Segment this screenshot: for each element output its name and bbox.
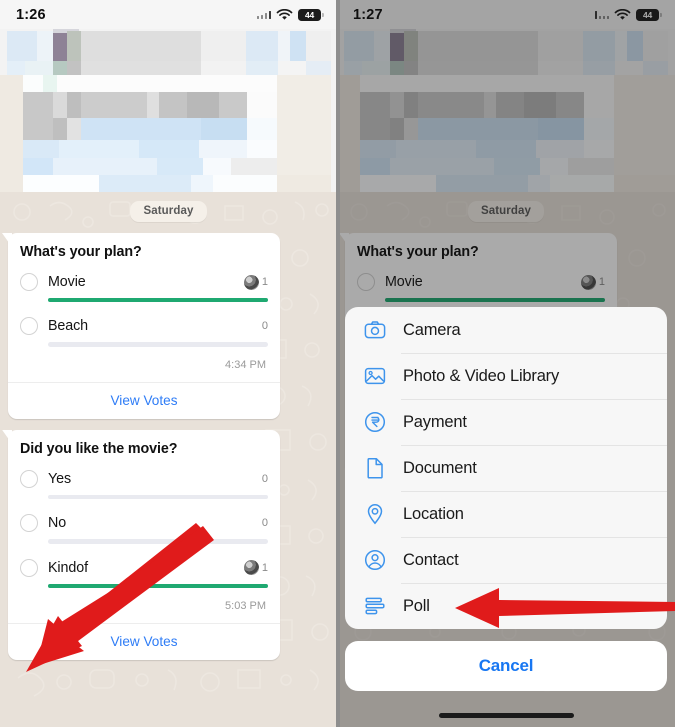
battery-percent: 44 xyxy=(304,9,315,20)
action-sheet-item-document[interactable]: Document xyxy=(345,445,667,491)
poll-option[interactable]: Yes 0 xyxy=(20,466,268,500)
panel-divider xyxy=(336,0,340,727)
poll-option-bar xyxy=(48,298,268,303)
action-sheet-label: Location xyxy=(403,504,464,523)
action-sheet-label: Poll xyxy=(403,596,430,615)
status-bar: 1:26 44 xyxy=(0,0,337,29)
camera-icon xyxy=(362,317,388,343)
action-sheet-label: Contact xyxy=(403,550,459,569)
message-timestamp: 4:34 PM xyxy=(225,358,266,371)
poll-option-count: 1 xyxy=(261,276,268,288)
document-icon xyxy=(362,455,388,481)
poll-bars-icon xyxy=(362,593,388,619)
comparison-screenshots: 1:26 44 Saturday What's your plan? Movie… xyxy=(0,0,675,727)
home-indicator[interactable] xyxy=(438,713,574,718)
location-pin-icon xyxy=(362,501,388,527)
poll-option-count: 1 xyxy=(261,561,268,574)
poll-option[interactable]: No 0 xyxy=(20,510,268,544)
poll-option[interactable]: Kindof 1 xyxy=(20,555,268,588)
poll-option-count: 0 xyxy=(261,320,268,333)
wifi-icon xyxy=(276,8,293,20)
voter-avatar xyxy=(243,560,259,576)
poll-option-label: Beach xyxy=(48,318,89,335)
poll-option-radio[interactable] xyxy=(20,514,38,533)
action-sheet-item-location[interactable]: Location xyxy=(345,491,667,537)
poll-card[interactable]: What's your plan? Movie 1 Beach 0 4:34 P… xyxy=(8,233,280,419)
poll-option-count: 0 xyxy=(261,472,268,485)
left-phone-screen: 1:26 44 Saturday What's your plan? Movie… xyxy=(0,0,337,727)
chat-messages-area: Saturday What's your plan? Movie 1 xyxy=(0,192,337,727)
poll-option-radio[interactable] xyxy=(20,273,38,291)
poll-card[interactable]: Did you like the movie? Yes 0 No 0 Kindo… xyxy=(8,429,280,660)
cancel-button[interactable]: Cancel xyxy=(345,641,667,691)
rupee-payment-icon xyxy=(362,409,388,435)
poll-question: Did you like the movie? xyxy=(20,440,178,457)
photo-library-icon xyxy=(362,363,388,389)
attachment-action-sheet: Camera Photo & Video Library Payment Doc… xyxy=(345,307,667,629)
poll-option-label: Kindof xyxy=(48,559,88,576)
action-sheet-item-contact[interactable]: Contact xyxy=(345,537,667,583)
action-sheet-item-payment[interactable]: Payment xyxy=(345,399,667,445)
home-indicator-area xyxy=(337,697,675,727)
cancel-label: Cancel xyxy=(478,656,534,675)
action-sheet-label: Photo & Video Library xyxy=(403,366,560,385)
action-sheet-item-photo-video-library[interactable]: Photo & Video Library xyxy=(345,353,667,399)
redacted-chat-header xyxy=(0,29,337,192)
status-indicators: 44 xyxy=(256,8,324,21)
poll-option[interactable]: Movie 1 xyxy=(20,269,268,303)
poll-body: Did you like the movie? Yes 0 No 0 Kindo… xyxy=(8,430,280,623)
cellular-signal-icon xyxy=(256,10,271,19)
status-time: 1:26 xyxy=(16,6,46,23)
poll-option-bar xyxy=(48,494,268,500)
poll-option-label: Movie xyxy=(48,274,86,290)
contact-person-icon xyxy=(362,547,388,573)
message-timestamp: 5:03 PM xyxy=(225,599,266,612)
poll-body: What's your plan? Movie 1 xyxy=(8,233,280,382)
action-sheet-label: Document xyxy=(403,458,477,477)
poll-option-bar xyxy=(48,342,268,347)
action-sheet-item-poll[interactable]: Poll xyxy=(345,583,667,629)
view-votes-button[interactable]: View Votes xyxy=(8,624,280,660)
voter-avatar xyxy=(243,274,259,290)
day-divider-pill: Saturday xyxy=(130,201,207,222)
poll-option-radio[interactable] xyxy=(20,558,38,577)
poll-option-count: 0 xyxy=(261,517,268,530)
poll-question: What's your plan? xyxy=(20,244,142,260)
action-sheet-label: Camera xyxy=(403,320,461,339)
poll-option-label: Yes xyxy=(48,470,72,487)
poll-option-radio[interactable] xyxy=(20,469,38,488)
view-votes-button[interactable]: View Votes xyxy=(8,383,280,419)
poll-option-label: No xyxy=(48,515,67,532)
poll-option-bar xyxy=(48,583,268,588)
battery-indicator: 44 xyxy=(298,8,324,21)
poll-option-radio[interactable] xyxy=(20,317,38,336)
poll-option-bar xyxy=(48,539,268,544)
action-sheet-item-camera[interactable]: Camera xyxy=(345,307,667,353)
action-sheet-label: Payment xyxy=(403,412,467,431)
right-phone-screen: 1:27 44 Saturday What's your plan? Movie… xyxy=(337,0,675,727)
poll-option[interactable]: Beach 0 xyxy=(20,313,268,347)
